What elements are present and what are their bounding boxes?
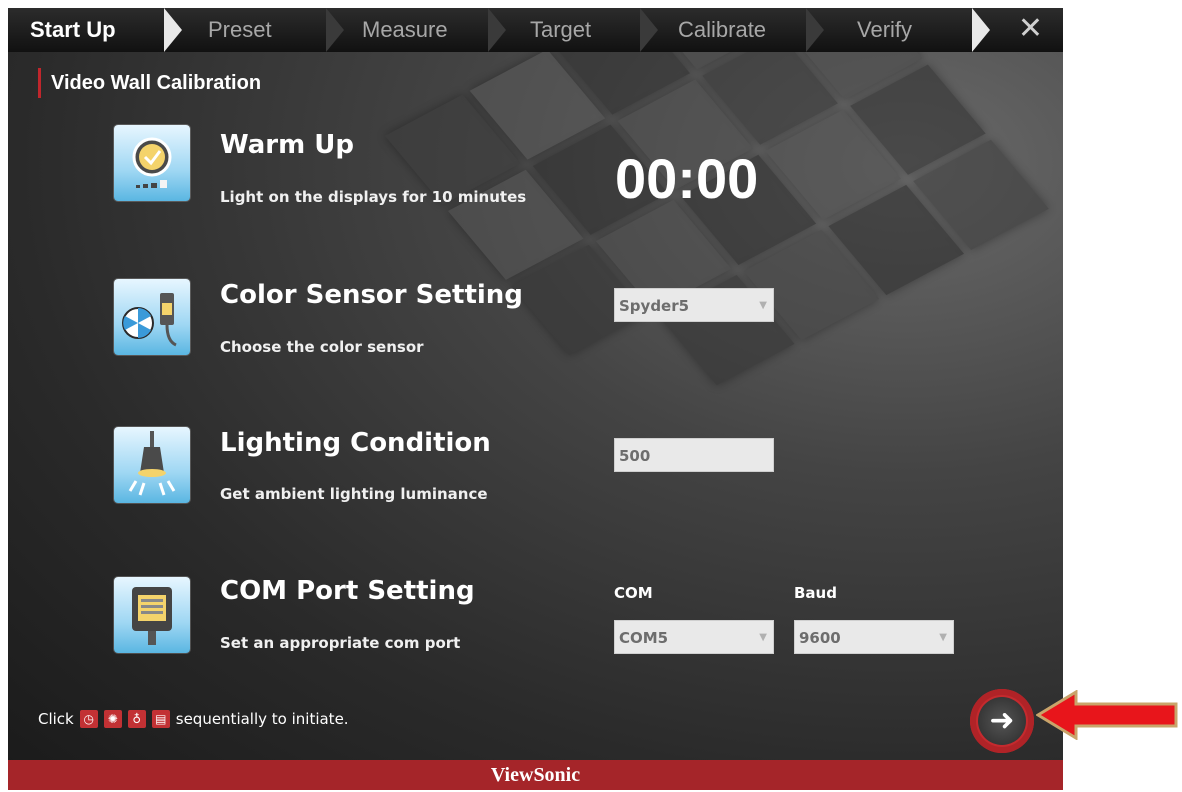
tab-target[interactable]: Target	[530, 8, 591, 52]
step-separator	[164, 8, 182, 52]
com-value: COM5	[619, 629, 669, 647]
chevron-down-icon: ▼	[939, 632, 947, 643]
clock-mini-icon: ◷	[79, 710, 98, 728]
step-separator	[326, 8, 344, 52]
color-sensor-description: Choose the color sensor	[220, 338, 424, 356]
lighting-input[interactable]: 500	[614, 438, 774, 472]
color-sensor-title: Color Sensor Setting	[220, 280, 523, 310]
sensor-mini-icon: ✺	[103, 710, 122, 728]
chevron-down-icon: ▼	[759, 300, 767, 311]
com-port-icon[interactable]	[114, 577, 190, 653]
tab-start-up[interactable]: Start Up	[30, 8, 116, 52]
color-sensor-value: Spyder5	[619, 297, 690, 315]
baud-value: 9600	[799, 629, 841, 647]
warm-up-timer: 00:00	[615, 147, 759, 210]
brand-footer: ViewSonic	[8, 760, 1063, 790]
hint-suffix: sequentially to initiate.	[175, 710, 349, 728]
close-icon[interactable]: ✕	[1018, 14, 1043, 44]
brand-logo: ViewSonic	[490, 764, 581, 786]
port-mini-icon: ▤	[151, 710, 170, 728]
warm-up-description: Light on the displays for 10 minutes	[220, 188, 527, 206]
com-port-title: COM Port Setting	[220, 576, 475, 606]
instruction-hint: Click ◷ ✺ ♁ ▤ sequentially to initiate.	[38, 710, 349, 728]
calibration-window: Start Up Preset Measure Target Calibrate…	[8, 8, 1063, 790]
com-port-description: Set an appropriate com port	[220, 634, 461, 652]
tab-measure[interactable]: Measure	[362, 8, 448, 52]
step-separator	[488, 8, 506, 52]
com-select[interactable]: COM5 ▼	[614, 620, 774, 654]
warm-up-title: Warm Up	[220, 130, 354, 160]
lamp-mini-icon: ♁	[127, 710, 146, 728]
callout-arrow-icon	[1036, 690, 1178, 740]
color-sensor-icon[interactable]	[114, 279, 190, 355]
tab-calibrate[interactable]: Calibrate	[678, 8, 766, 52]
lighting-title: Lighting Condition	[220, 428, 491, 458]
step-navigation: Start Up Preset Measure Target Calibrate…	[8, 8, 1063, 52]
baud-label: Baud	[794, 584, 837, 602]
lighting-icon[interactable]	[114, 427, 190, 503]
tab-verify[interactable]: Verify	[857, 8, 912, 52]
step-separator	[972, 8, 990, 52]
color-sensor-select[interactable]: Spyder5 ▼	[614, 288, 774, 322]
page-title: Video Wall Calibration	[38, 68, 261, 98]
clock-icon[interactable]	[114, 125, 190, 201]
next-button[interactable]: ➜	[970, 689, 1034, 753]
tab-preset[interactable]: Preset	[208, 8, 272, 52]
step-separator	[640, 8, 658, 52]
baud-select[interactable]: 9600 ▼	[794, 620, 954, 654]
step-separator	[806, 8, 824, 52]
com-label: COM	[614, 584, 653, 602]
chevron-down-icon: ▼	[759, 632, 767, 643]
arrow-right-icon: ➜	[978, 697, 1026, 745]
hint-prefix: Click	[38, 710, 74, 728]
lighting-description: Get ambient lighting luminance	[220, 485, 488, 503]
